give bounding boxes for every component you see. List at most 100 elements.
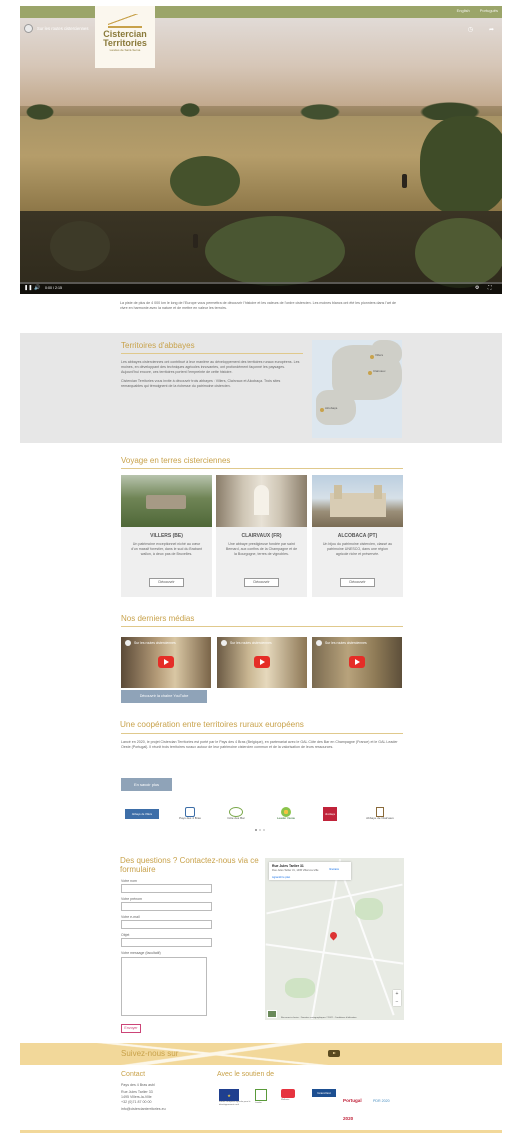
map-road (337, 862, 395, 1016)
partner-logo[interactable]: Alcobaça (317, 803, 343, 825)
logo-mark-icon (108, 14, 142, 28)
map-green-area (285, 978, 315, 998)
video-thumb-title: Sur les routes cisterciennes (221, 640, 272, 646)
card-desc: Un bijou du patrimoine cistercien, class… (322, 542, 393, 556)
supporter-logo: ★ Fonds européen agricole pour le dévelo… (219, 1089, 251, 1109)
share-icon[interactable]: ➦ (489, 26, 494, 33)
carousel-dot[interactable] (263, 829, 265, 831)
abbeys-text-p1: Les abbayes cisterciennes ont contribué … (121, 360, 300, 374)
hero-walker (402, 174, 407, 188)
satellite-toggle[interactable] (267, 1010, 277, 1018)
firstname-input[interactable] (121, 902, 212, 911)
learn-more-button[interactable]: En savoir plus (121, 778, 172, 791)
partner-label: Abbaye de Villers (131, 812, 153, 816)
partner-label: Abbaye de Clairvaux (366, 816, 394, 821)
field-label: Votre prénom (121, 897, 143, 901)
eu-flag-icon: ★ (219, 1089, 239, 1101)
hero-treeline (20, 100, 502, 120)
partner-logo[interactable]: Abbaye de Clairvaux (360, 803, 400, 825)
logo-tagline: Landes de Saint-Serna (109, 48, 141, 52)
video-thumb-title: Sur les routes cisterciennes (125, 640, 176, 646)
map-place-card: Rue Jules Tarlier 31 Rue Jules Tarlier 3… (269, 862, 351, 880)
pause-icon[interactable]: ❚❚ (24, 285, 32, 291)
partner-logo[interactable]: Abbaye de Villers (124, 803, 160, 825)
fullscreen-icon[interactable]: ⛶ (488, 285, 492, 291)
carousel-dot[interactable] (255, 829, 257, 831)
youtube-play-icon[interactable] (349, 656, 365, 668)
hero-walker (193, 234, 198, 248)
email-input[interactable] (121, 920, 212, 929)
abbeys-text-p2: Cistercian Territories vous invite à déc… (121, 379, 281, 388)
video-thumbnail[interactable]: Sur les routes cisterciennes (121, 637, 211, 688)
clairvaux-arch (254, 485, 269, 515)
video-thumb-title-text: Sur les routes cisterciennes (230, 641, 272, 645)
discover-clairvaux-button[interactable]: Découvrir (244, 578, 279, 587)
abbey-card-villers: VILLERS (BE) Un patrimoine exceptionnel … (121, 475, 212, 597)
map-place-name: Rue Jules Tarlier 31 (272, 864, 304, 868)
media-title-underline (121, 626, 403, 627)
cooperation-title-underline (121, 733, 403, 734)
map-pin-icon (368, 371, 372, 375)
google-map[interactable]: Rue Jules Tarlier 31 Rue Jules Tarlier 3… (265, 858, 404, 1020)
partner-label: Alcobaça (325, 812, 335, 816)
footer-contact-info: Pays des 4 Bras asbl Rue Jules Tarlier 3… (121, 1083, 201, 1112)
contact-email-link[interactable]: info@cistercianterritories.eu (121, 1107, 201, 1112)
lang-english-link[interactable]: English (457, 8, 470, 13)
lang-portuguese-link[interactable]: Português (480, 8, 498, 13)
video-thumbnail[interactable]: Sur les routes cisterciennes (217, 637, 307, 688)
partner-logo[interactable]: Leader Oeste (268, 803, 304, 825)
volume-icon[interactable]: 🔊 (34, 285, 40, 291)
map-label: Clairvaux (373, 369, 386, 373)
clock-icon[interactable]: ◷ (468, 26, 473, 33)
cooperation-title: Une coopération entre territoires ruraux… (120, 720, 304, 729)
video-title[interactable]: Sur les routes cisterciennes (24, 24, 88, 33)
map-pin-icon[interactable] (328, 930, 339, 941)
submit-button[interactable]: Envoyer (121, 1024, 141, 1033)
name-input[interactable] (121, 884, 212, 893)
footer-contact-title: Contact (121, 1071, 146, 1078)
field-label: Objet (121, 933, 130, 937)
hero-tree (205, 216, 345, 286)
alcobaca-mark-icon: Alcobaça (323, 807, 337, 821)
map-road (310, 859, 342, 1019)
decorative-wave (20, 1043, 502, 1065)
zoom-in-button[interactable]: + (393, 990, 401, 998)
channel-avatar-icon (24, 24, 33, 33)
zoom-out-button[interactable]: − (393, 998, 401, 1006)
hero-tree (50, 221, 110, 271)
video-thumbnail[interactable]: Sur les routes cisterciennes (312, 637, 402, 688)
site-logo[interactable]: Cistercian Territories Landes de Saint-S… (95, 6, 155, 68)
bigger-map-link[interactable]: Agrandir le plan (272, 876, 290, 879)
youtube-play-icon[interactable] (254, 656, 270, 668)
hero-video[interactable] (20, 6, 502, 294)
villers-ruins (146, 495, 186, 509)
video-progress-bar[interactable] (20, 282, 502, 284)
card-desc: Un patrimoine exceptionnel niché au cœur… (131, 542, 202, 556)
contact-form-title: Des questions ? Contactez-nous via ce fo… (120, 856, 259, 874)
settings-icon[interactable]: ⚙ (475, 285, 479, 291)
field-label: Votre e-mail (121, 915, 140, 919)
card-title: CLAIRVAUX (FR) (241, 533, 282, 539)
discover-alcobaca-button[interactable]: Découvrir (340, 578, 375, 587)
supporter-logo: Leader (255, 1089, 269, 1109)
discover-villers-button[interactable]: Découvrir (149, 578, 184, 587)
follow-us-title: Suivez-nous sur (121, 1049, 179, 1058)
partner-logo[interactable]: Côte des Bar (218, 803, 254, 825)
partner-label: Pays des 4 Bras (179, 816, 201, 821)
youtube-channel-button[interactable]: Découvrir la chaîne YouTube (121, 690, 207, 703)
partner-logo[interactable]: Pays des 4 Bras (172, 803, 208, 825)
intro-text: La piste de plus de 4 000 km le long de … (120, 301, 397, 310)
journey-title-underline (121, 468, 403, 469)
message-textarea[interactable] (121, 957, 207, 1016)
clairvaux-image (216, 475, 307, 527)
youtube-play-icon[interactable] (158, 656, 174, 668)
map-label: Villers (375, 353, 384, 357)
map-road (265, 943, 404, 965)
alcobaca-image (312, 475, 403, 527)
subject-input[interactable] (121, 938, 212, 947)
youtube-icon[interactable] (328, 1050, 340, 1057)
carousel-dot[interactable] (259, 829, 261, 831)
partner-villers-mark: Abbaye de Villers (125, 809, 159, 819)
hero-sky (20, 6, 502, 106)
directions-link[interactable]: Itinéraire (329, 868, 339, 871)
